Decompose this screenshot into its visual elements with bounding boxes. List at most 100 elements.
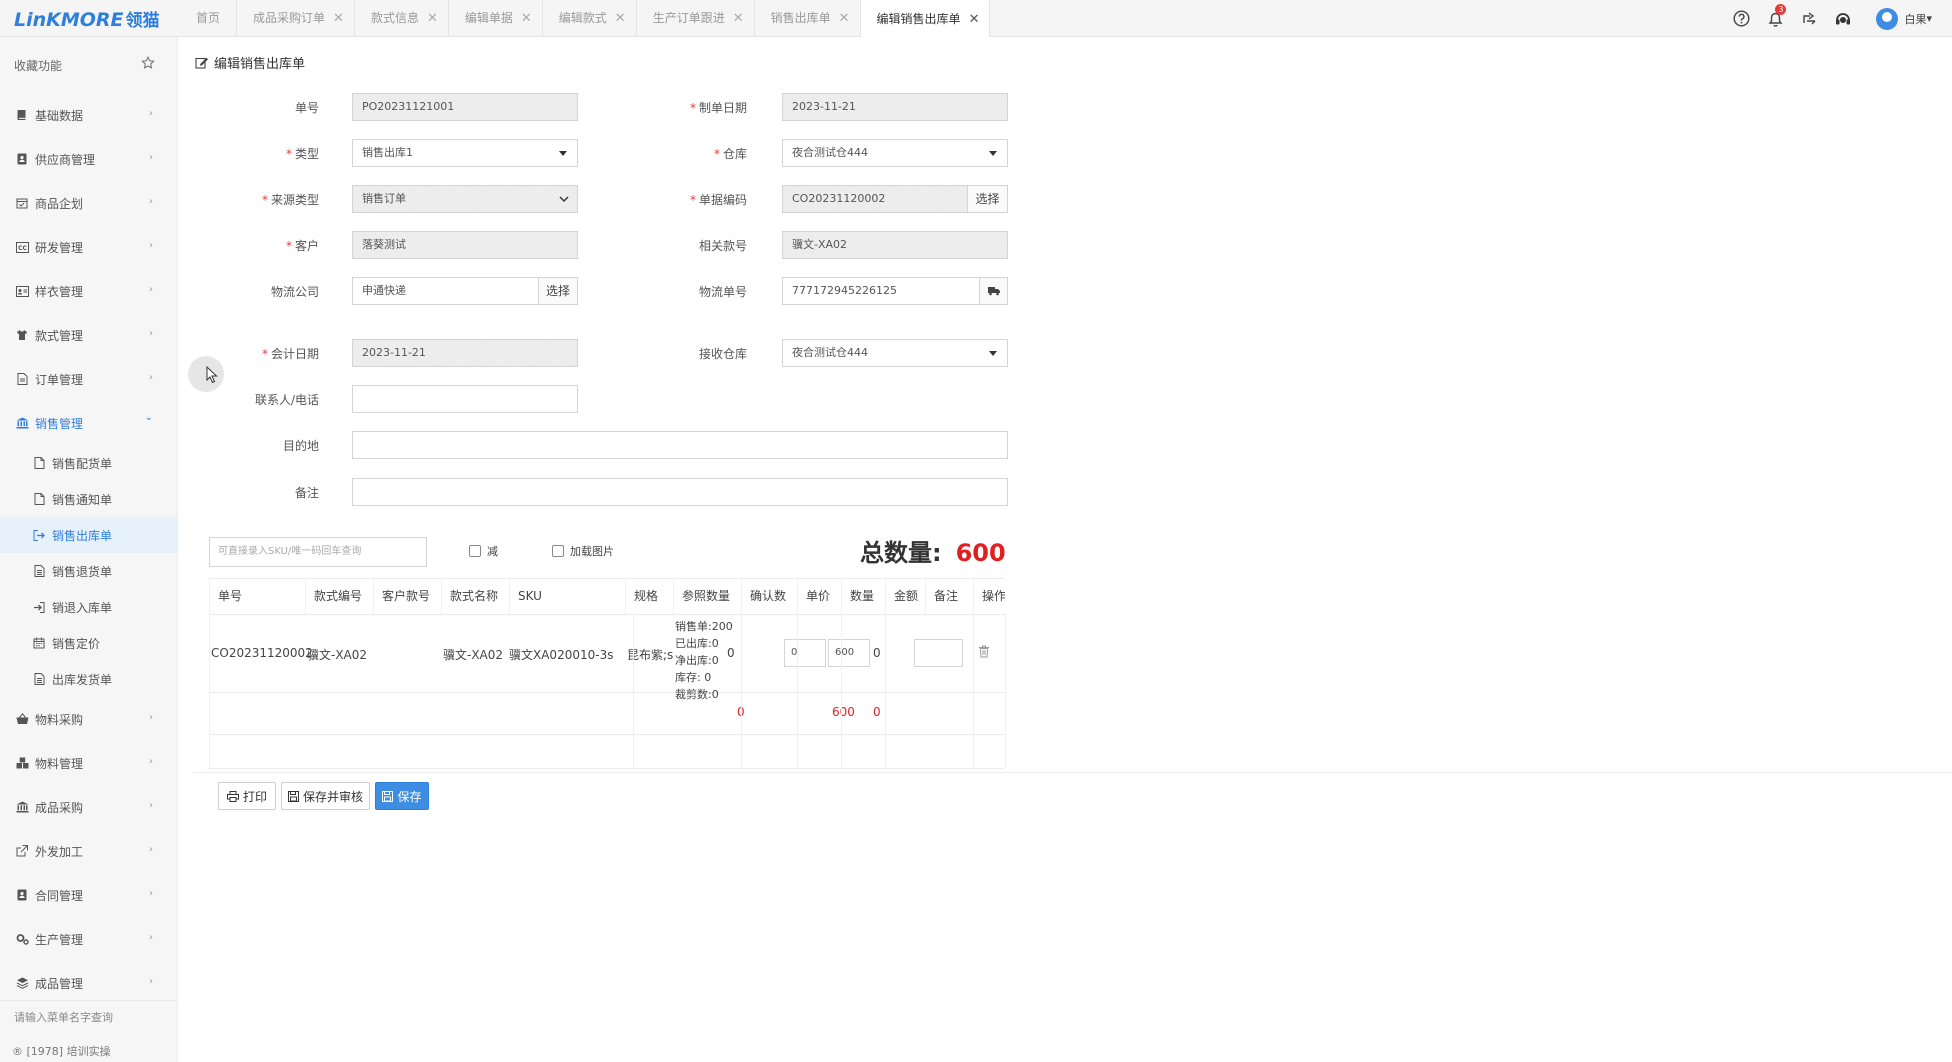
tab-3[interactable]: 编辑单据 ✕ bbox=[449, 0, 543, 37]
column-header[interactable]: 款式名称 bbox=[441, 578, 509, 614]
tab-strip: 首页 成品采购订单 ✕ 款式信息 ✕ 编辑单据 ✕ 编辑款式 ✕ 生产订单跟进 ✕ 销售出库单 ✕ 编辑销… bbox=[180, 0, 991, 38]
menu-search-input[interactable]: 请输入菜单名字查询 bbox=[0, 1000, 178, 1034]
favorites-header[interactable]: 收藏功能 bbox=[0, 37, 177, 93]
order-no-input[interactable]: PO20231121001 bbox=[352, 93, 578, 121]
sidebar-subitem-6[interactable]: 出库发货单 bbox=[0, 661, 177, 697]
close-icon[interactable]: ✕ bbox=[969, 2, 980, 37]
source-type-select[interactable]: 销售订单 bbox=[352, 185, 578, 213]
minus-checkbox[interactable]: 减 bbox=[469, 543, 498, 559]
grid-line bbox=[633, 614, 634, 768]
bell-icon[interactable]: 3 bbox=[1758, 0, 1792, 37]
save-button[interactable]: 保存 bbox=[375, 782, 429, 810]
tab-5[interactable]: 生产订单跟进 ✕ bbox=[637, 0, 755, 37]
sidebar-subitem-label: 销售定价 bbox=[52, 636, 101, 651]
logistics-no-input[interactable]: 777172945226125 bbox=[782, 277, 980, 305]
star-icon[interactable] bbox=[141, 55, 155, 73]
sidebar-item-after-2[interactable]: 成品采购 › bbox=[0, 785, 177, 829]
user-menu[interactable]: 白果 ▾ bbox=[1876, 7, 1932, 30]
checkbox-box[interactable] bbox=[469, 545, 481, 557]
sidebar-item-after-1[interactable]: 物料管理 › bbox=[0, 741, 177, 785]
sidebar-item-1[interactable]: 供应商管理 › bbox=[0, 137, 177, 181]
type-select[interactable]: 销售出库1 bbox=[352, 139, 578, 167]
close-icon[interactable]: ✕ bbox=[521, 1, 532, 36]
column-header[interactable]: 单价 bbox=[797, 578, 841, 614]
doc-code-select-button[interactable]: 选择 bbox=[967, 185, 1008, 213]
column-header[interactable]: 数量 bbox=[841, 578, 885, 614]
sidebar-subitem-1[interactable]: 销售通知单 bbox=[0, 481, 177, 517]
sidebar-item-3[interactable]: CC 研发管理 › bbox=[0, 225, 177, 269]
sidebar-item-after-4[interactable]: 合同管理 › bbox=[0, 873, 177, 917]
tab-label: 销售出库单 bbox=[770, 11, 831, 25]
sidebar-item-6[interactable]: 订单管理 › bbox=[0, 357, 177, 401]
sidebar-item-after-0[interactable]: 物料采购 › bbox=[0, 697, 177, 741]
receive-warehouse-select[interactable]: 夜合测试仓444 bbox=[782, 339, 1008, 367]
bank-icon bbox=[15, 800, 29, 814]
top-bar: LinKMORE 领猫 首页 成品采购订单 ✕ 款式信息 ✕ 编辑单据 ✕ 编辑款式 ✕ 生产订单跟… bbox=[0, 0, 1952, 38]
quantity-input[interactable]: 600 bbox=[828, 639, 870, 667]
save-and-audit-button[interactable]: 保存并审核 bbox=[281, 782, 370, 810]
truck-button[interactable] bbox=[979, 277, 1008, 305]
sidebar-subitem-0[interactable]: 销售配货单 bbox=[0, 445, 177, 481]
close-icon[interactable]: ✕ bbox=[615, 1, 626, 36]
sidebar-item-after-6[interactable]: 成品管理 › bbox=[0, 961, 177, 1005]
column-header[interactable]: 款式编号 bbox=[305, 578, 373, 614]
create-date-input[interactable]: 2023-11-21 bbox=[782, 93, 1008, 121]
unit-price-input[interactable]: 0 bbox=[784, 639, 826, 667]
tab-label: 成品采购订单 bbox=[253, 11, 326, 25]
column-header[interactable]: 备注 bbox=[925, 578, 973, 614]
app-logo[interactable]: LinKMORE 领猫 bbox=[14, 6, 160, 31]
column-header[interactable]: 客户款号 bbox=[373, 578, 441, 614]
logistics-company-input[interactable]: 申通快递 bbox=[352, 277, 539, 305]
tab-2[interactable]: 款式信息 ✕ bbox=[355, 0, 449, 37]
doc-code-input[interactable]: CO20231120002 bbox=[782, 185, 968, 213]
remark-input[interactable] bbox=[352, 478, 1008, 506]
sidebar-subitem-5[interactable]: 销售定价 bbox=[0, 625, 177, 661]
sales-submenu: 销售配货单 销售通知单 销售出库单 销售退货单 销退入库单销售定价出库发货单 bbox=[0, 445, 177, 697]
trash-icon[interactable] bbox=[978, 645, 990, 661]
sidebar-item-4[interactable]: 样衣管理 › bbox=[0, 269, 177, 313]
column-header[interactable]: 参照数量 bbox=[673, 578, 741, 614]
related-style-input[interactable]: 骥文-XA02 bbox=[782, 231, 1008, 259]
destination-input[interactable] bbox=[352, 431, 1008, 459]
help-icon[interactable] bbox=[1724, 0, 1758, 37]
checkbox-box[interactable] bbox=[552, 545, 564, 557]
load-images-checkbox[interactable]: 加载图片 bbox=[552, 543, 614, 559]
footer-divider bbox=[193, 772, 1952, 773]
sidebar-item-5[interactable]: 款式管理 › bbox=[0, 313, 177, 357]
tab-6[interactable]: 销售出库单 ✕ bbox=[755, 0, 861, 37]
contact-input[interactable] bbox=[352, 385, 578, 413]
column-header[interactable]: SKU bbox=[509, 578, 625, 614]
sidebar-item-after-5[interactable]: 生产管理 › bbox=[0, 917, 177, 961]
support-headset-icon[interactable] bbox=[1826, 0, 1860, 37]
column-header[interactable]: 单号 bbox=[209, 578, 305, 614]
sku-search-input[interactable]: 可直接录入SKU/唯一码回车查询 bbox=[209, 537, 427, 567]
tab-0[interactable]: 首页 bbox=[180, 0, 238, 37]
tab-4[interactable]: 编辑款式 ✕ bbox=[543, 0, 637, 37]
tab-label: 编辑单据 bbox=[464, 11, 513, 25]
sidebar-item-0[interactable]: 基础数据 › bbox=[0, 93, 177, 137]
close-icon[interactable]: ✕ bbox=[333, 1, 344, 36]
sidebar-subitem-4[interactable]: 销退入库单 bbox=[0, 589, 177, 625]
warehouse-select[interactable]: 夜合测试仓444 bbox=[782, 139, 1008, 167]
sidebar-item-2[interactable]: 商品企划 › bbox=[0, 181, 177, 225]
close-icon[interactable]: ✕ bbox=[427, 1, 438, 36]
tab-7[interactable]: 编辑销售出库单 ✕ bbox=[860, 0, 991, 38]
close-icon[interactable]: ✕ bbox=[839, 1, 850, 36]
column-header[interactable]: 规格 bbox=[625, 578, 673, 614]
sign-in-icon bbox=[32, 600, 46, 614]
sidebar-subitem-3[interactable]: 销售退货单 bbox=[0, 553, 177, 589]
tab-1[interactable]: 成品采购订单 ✕ bbox=[237, 0, 355, 37]
sidebar-item-after-3[interactable]: 外发加工 › bbox=[0, 829, 177, 873]
customer-input[interactable]: 落葵测试 bbox=[352, 231, 578, 259]
column-header[interactable]: 确认数 bbox=[741, 578, 797, 614]
accounting-date-input[interactable]: 2023-11-21 bbox=[352, 339, 578, 367]
row-remark-input[interactable] bbox=[914, 639, 963, 667]
sidebar-subitem-2[interactable]: 销售出库单 bbox=[0, 517, 177, 553]
sidebar-item-7[interactable]: 销售管理 ⌄ bbox=[0, 401, 177, 445]
close-icon[interactable]: ✕ bbox=[733, 1, 744, 36]
print-button[interactable]: 打印 bbox=[218, 782, 276, 810]
share-icon[interactable] bbox=[1792, 0, 1826, 37]
logistics-company-select-button[interactable]: 选择 bbox=[538, 277, 578, 305]
column-header[interactable]: 金额 bbox=[885, 578, 925, 614]
column-header[interactable]: 操作 bbox=[973, 578, 1005, 614]
